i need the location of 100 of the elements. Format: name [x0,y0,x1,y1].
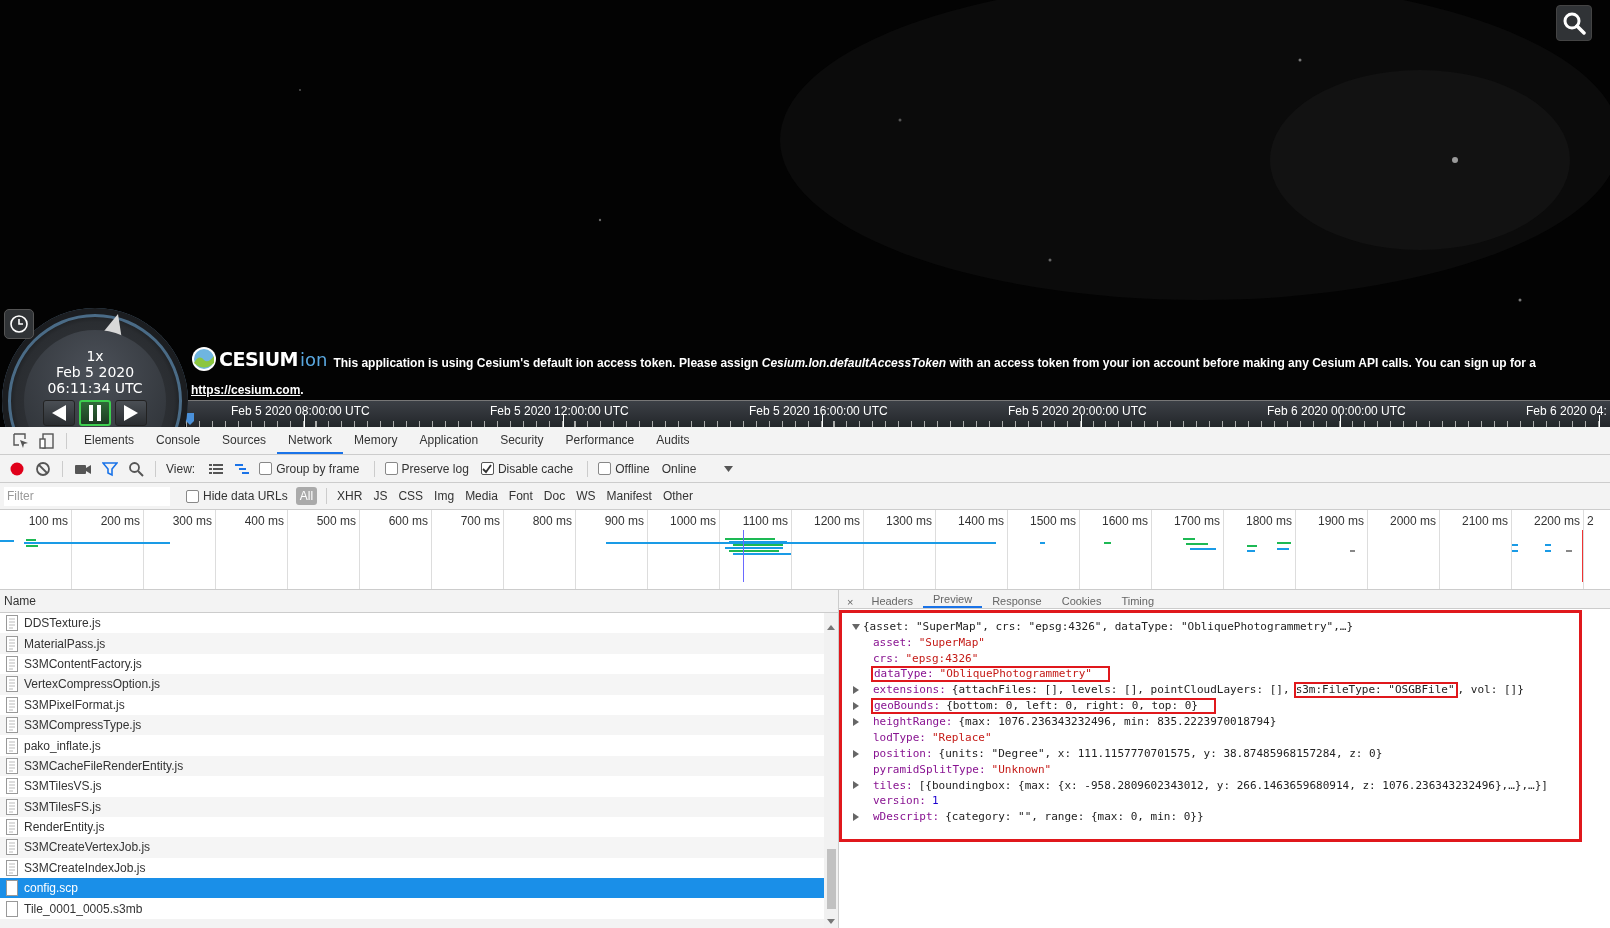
file-icon [6,839,18,856]
request-row[interactable]: Tile_0001_0005.s3mb [0,898,824,919]
property-value: "SuperMap" [918,634,985,651]
property-key: geoBounds: [874,700,941,713]
panel-tab[interactable]: Network [277,427,344,454]
search-icon [1562,11,1586,35]
collapse-arrow-icon[interactable] [852,622,860,631]
filter-icon[interactable] [102,460,118,477]
type-filter-button[interactable]: CSS [394,487,428,505]
time-tick-label: 2 [1587,514,1594,528]
request-row[interactable]: DDSTexture.js [0,613,824,634]
time-tick-label: 200 ms [100,514,140,528]
checkbox[interactable] [186,489,199,503]
time-tick-label: 1400 ms [957,514,1004,528]
property-value: 1 [932,793,939,810]
reverse-button[interactable] [43,400,75,426]
logo-text: ion [300,348,328,370]
property-key: position: [873,746,933,762]
expand-arrow-icon[interactable] [852,781,860,790]
timeline-label: Feb 6 2020 04: [1526,404,1607,418]
expand-arrow-icon[interactable] [852,718,860,727]
clear-icon[interactable] [35,460,51,477]
file-name: S3MCompressType.js [24,718,142,733]
scrollbar-thumb[interactable] [826,849,836,909]
punctuation-text: . [300,383,304,397]
logo-text: CESIUM [219,348,298,370]
time-marker-icon [186,413,194,425]
checkmark-icon [482,463,493,474]
time-text: 06:11:34 UTC [47,380,143,396]
close-button[interactable]: × [839,596,862,608]
type-filter-button[interactable]: Doc [539,487,570,505]
clock-button[interactable] [4,309,34,339]
request-row[interactable]: pako_inflate.js [0,735,824,756]
throttle-value: Online [661,461,697,476]
checkbox[interactable] [480,462,494,475]
timeline-label: Feb 5 2020 08:00:00 UTC [231,404,370,418]
view-label: View: [166,461,196,476]
device-icon[interactable] [39,432,55,449]
record-icon[interactable] [9,460,25,477]
property-key: lodType: [873,730,926,746]
checkbox[interactable] [259,462,273,475]
play-reverse-icon [52,405,66,421]
highlighted-value: s3m:FileType: "OSGBFile" [1293,682,1458,699]
property-value: , vol: []} [1457,682,1524,699]
timeline-bar[interactable]: Feb 5 2020 08:00:00 UTC Feb 5 2020 12:00:00 UTC Feb 5 2020 16:00:00 UTC Feb 5 2020 20:00:00 UTC Feb 6 2020 00:00:00 UTC Feb 6 2020 04: [186,400,1610,427]
time-tick-label: 2000 ms [1389,514,1436,528]
file-name: DDSTexture.js [24,616,101,631]
request-row[interactable]: S3MTilesVS.js [0,776,824,797]
detail-tab[interactable]: Headers [861,595,923,608]
banner-message: This application is using Cesium's default ion access token. Please assign Cesium.Ion.defaultAccessToken with an access token from your ion account before making any Cesium API calls. You can sign up for a [333,356,1536,372]
expand-arrow-icon[interactable] [852,702,860,711]
detail-tab[interactable]: Response [982,595,1052,608]
request-row[interactable]: S3MCreateIndexJob.js [0,857,824,879]
type-filter-button[interactable]: XHR [333,487,367,505]
throttle-dropdown[interactable]: Online [657,459,738,478]
file-icon [6,757,18,774]
type-filter-button[interactable]: JS [369,487,392,505]
checkbox[interactable] [598,462,612,475]
expand-arrow-icon[interactable] [852,749,860,758]
play-button[interactable] [115,400,147,426]
panel-tab[interactable]: Security [489,427,555,454]
detail-tab[interactable]: Cookies [1051,595,1112,608]
request-row[interactable]: RenderEntity.js [0,816,824,838]
panel-tab[interactable]: Console [145,427,212,454]
filter-field[interactable]: Filter [4,486,170,506]
detail-tab[interactable]: Timing [1111,595,1165,608]
property-value: "ObliquePhotogrammetry" [939,668,1092,681]
panel-tab[interactable]: Application [408,427,490,454]
file-icon [6,778,18,795]
request-row[interactable]: S3MPixelFormat.js [0,694,824,715]
checkbox[interactable] [384,462,398,475]
panel-tab[interactable]: Performance [554,427,646,454]
time-tick-label: 600 ms [388,514,428,528]
timeline-label: Feb 5 2020 12:00:00 UTC [490,404,629,418]
expand-arrow-icon[interactable] [852,813,860,822]
panel-tab[interactable]: Memory [343,427,409,454]
panel-tab[interactable]: Sources [211,427,278,454]
search-icon[interactable] [128,460,144,477]
type-filter-button[interactable]: Other [658,487,697,505]
property-value: [{boundingbox: {max: {x: -958.2809602343012, y: 266.1463659680914, z: 1076.236343232496},…},…}] [918,777,1548,794]
checkbox-label: Disable cache [497,461,574,476]
detail-tab[interactable]: Preview [923,593,983,608]
type-filter-button[interactable]: Font [504,487,537,505]
property-value: {bottom: 0, left: 0, right: 0, top: 0} [946,700,1198,713]
inspect-icon[interactable] [13,432,29,449]
property-value: "epsg:4326" [905,650,979,667]
type-filter-button[interactable]: Media [461,487,502,505]
file-name: config.scp [24,881,79,896]
panel-tab[interactable]: Elements [73,427,146,454]
type-filter-button[interactable]: Img [430,487,459,505]
pause-button[interactable] [79,400,111,426]
search-button[interactable] [1556,5,1592,41]
expand-arrow-icon[interactable] [852,686,860,695]
request-row[interactable]: S3MContentFactory.js [0,653,824,675]
property-key: wDescript: [873,809,940,825]
type-filter-button[interactable]: WS [572,487,600,505]
type-filter-button[interactable]: Manifest [602,487,656,505]
file-name: S3MCreateVertexJob.js [24,840,151,855]
scroll-up-icon [827,625,835,630]
panel-tab[interactable]: Audits [645,427,701,454]
